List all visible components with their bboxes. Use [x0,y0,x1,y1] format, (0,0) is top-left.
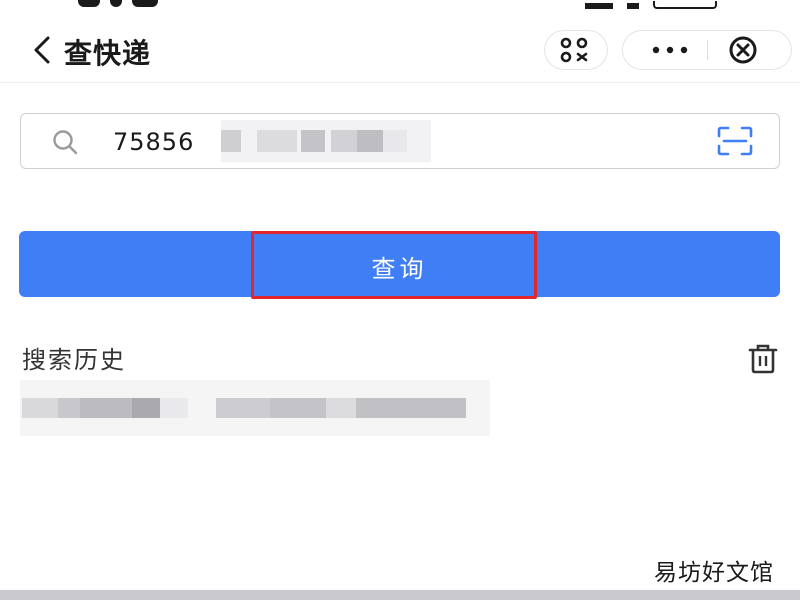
search-icon [53,130,78,155]
redacted-area [22,398,58,418]
redacted-area [80,398,132,418]
nav-header: 查快递 [0,18,800,83]
capsule-divider [707,40,708,60]
redacted-area [331,130,357,152]
query-button[interactable]: 查询 [19,231,780,299]
redacted-area [221,130,241,152]
chevron-left-icon[interactable] [26,34,58,66]
wifi-icon [627,3,639,9]
trash-icon[interactable] [746,342,780,374]
status-bar [0,0,800,10]
redacted-area [257,130,297,152]
grid-scan-icon [560,37,588,63]
battery-icon [653,1,717,9]
redacted-area [216,398,270,418]
redacted-area [356,398,466,418]
page-title: 查快递 [64,37,152,70]
status-icons [585,0,765,9]
capsule-menu [622,30,792,70]
scan-icon[interactable] [717,126,753,156]
bottom-strip [0,590,800,600]
tracking-search-box[interactable] [20,113,780,169]
mini-program-button[interactable] [544,30,608,70]
more-dots-icon[interactable] [647,31,693,69]
signal-icon [585,3,613,9]
redacted-area [301,130,325,152]
redacted-area [270,398,326,418]
close-circle-icon[interactable] [725,33,761,67]
search-history-title: 搜索历史 [22,346,126,374]
redacted-area [160,398,188,418]
redacted-area [383,130,407,152]
redacted-area [326,398,356,418]
redacted-area [357,130,383,152]
status-time [78,0,188,7]
query-button-label: 查询 [371,255,428,283]
watermark: 易坊好文馆 [654,560,774,586]
redacted-area [58,398,80,418]
history-item[interactable] [20,380,500,436]
redacted-area [132,398,160,418]
